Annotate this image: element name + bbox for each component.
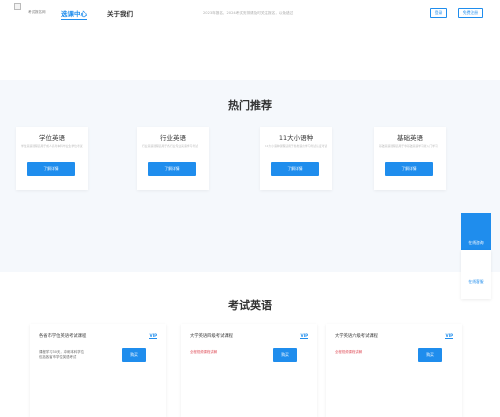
hot-card[interactable]: 11大小语种 11大小语种课程适用于各类语言学习考试认证考试 了解详情 (260, 127, 332, 190)
logo-text: 考试报名网 (28, 10, 46, 14)
online-service-button[interactable]: 在线客服 (461, 250, 491, 299)
site-logo[interactable]: 考试报名网 (14, 3, 54, 23)
learn-more-button[interactable]: 了解详情 (27, 162, 75, 176)
page: 考试报名网 选课中心 关于我们 2023年报名，2024考试安排请及时关注报名，… (0, 0, 500, 417)
login-button[interactable]: 登录 (430, 8, 447, 18)
exam-card[interactable]: 大学英语六级考试课程 VIP 全程视频课程讲解 购买 (326, 324, 462, 417)
side-float-panel: 在线咨询 在线客服 (461, 213, 491, 299)
hot-card-title: 11大小语种 (278, 134, 314, 142)
learn-more-button[interactable]: 了解详情 (271, 162, 319, 176)
exam-card[interactable]: 各省市学位英语考试课程 VIP 课程学习30天，冲刺本科学位 包括各省市学位英语… (30, 324, 166, 417)
vip-badge: VIP (149, 333, 157, 339)
hot-card-desc: 基础英语课程适用于零基础英语学习者入门学习 (379, 144, 438, 148)
buy-button[interactable]: 购买 (418, 348, 442, 362)
learn-more-button[interactable]: 了解详情 (148, 162, 196, 176)
hot-card-desc: 行业英语课程适用于各行业专业英语学习考试 (142, 144, 198, 148)
vip-badge: VIP (445, 333, 453, 339)
nav-courses[interactable]: 选课中心 (61, 8, 87, 20)
top-header: 考试报名网 选课中心 关于我们 2023年报名，2024考试安排请及时关注报名，… (0, 0, 500, 28)
register-button[interactable]: 免费注册 (458, 8, 483, 18)
hot-recommend-section: 热门推荐 学位英语 学位英语课程适用于成人高考本科毕业生学位考试 了解详情 行业… (0, 80, 500, 272)
learn-more-button[interactable]: 了解详情 (385, 162, 433, 176)
online-consult-button[interactable]: 在线咨询 (461, 213, 491, 250)
hot-card-title: 学位英语 (39, 134, 65, 142)
hot-card-title: 行业英语 (160, 134, 186, 142)
exam-section-title: 考试英语 (228, 299, 272, 312)
exam-card-desc-2: 包括各省市学位英语考试 (39, 355, 77, 359)
hot-card-desc: 学位英语课程适用于成人高考本科毕业生学位考试 (21, 144, 83, 148)
hot-card-desc: 11大小语种课程适用于各类语言学习考试认证考试 (265, 144, 327, 148)
buy-button[interactable]: 购买 (273, 348, 297, 362)
hot-card[interactable]: 学位英语 学位英语课程适用于成人高考本科毕业生学位考试 了解详情 (16, 127, 88, 190)
hot-card[interactable]: 行业英语 行业英语课程适用于各行业专业英语学习考试 了解详情 (137, 127, 209, 190)
hot-section-title: 热门推荐 (228, 99, 272, 112)
buy-button[interactable]: 购买 (122, 348, 146, 362)
exam-card-title: 大学英语四级考试课程 (190, 334, 233, 339)
hot-card[interactable]: 基础英语 基础英语课程适用于零基础英语学习者入门学习 了解详情 (374, 127, 446, 190)
hot-card-title: 基础英语 (397, 134, 423, 142)
exam-card[interactable]: 大学英语四级考试课程 VIP 全程视频课程讲解 购买 (181, 324, 317, 417)
nav-about[interactable]: 关于我们 (107, 8, 133, 18)
vip-badge: VIP (300, 333, 308, 339)
exam-card-desc: 全程视频课程讲解 (335, 350, 363, 354)
exam-card-title: 各省市学位英语考试课程 (39, 334, 87, 339)
header-notice: 2023年报名，2024考试安排请及时关注报名，以免错过 (203, 11, 294, 15)
exam-card-desc: 全程视频课程讲解 (190, 350, 218, 354)
broken-image-icon (14, 3, 21, 10)
exam-card-title: 大学英语六级考试课程 (335, 334, 378, 339)
